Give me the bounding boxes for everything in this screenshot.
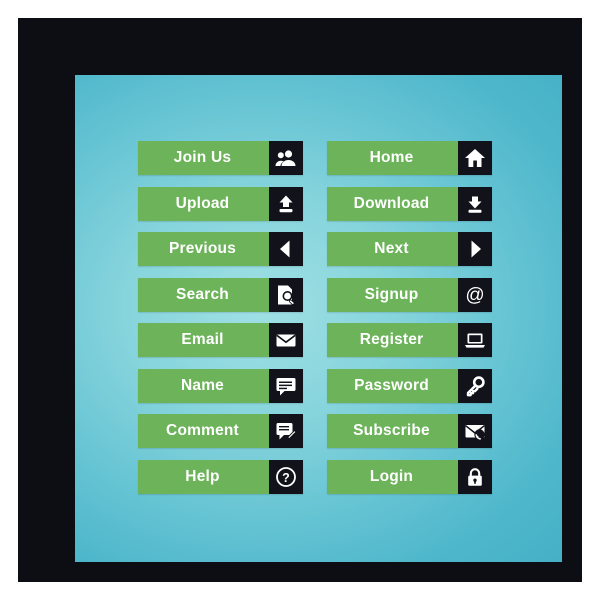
button-download[interactable]: Download	[327, 186, 492, 221]
button-name[interactable]: Name	[138, 368, 303, 403]
button-upload[interactable]: Upload	[138, 186, 303, 221]
arrow-left-icon	[269, 232, 303, 266]
button-next[interactable]: Next	[327, 232, 492, 266]
laptop-icon	[458, 323, 492, 357]
button-subscribe[interactable]: Subscribe	[327, 414, 492, 448]
svg-text:?: ?	[282, 471, 290, 485]
button-label: Subscribe	[327, 414, 458, 448]
button-label: Register	[327, 323, 458, 357]
upload-arrow-icon	[269, 186, 303, 221]
left-button-column: Join Us Upload Previous Search Email Nam…	[138, 141, 303, 501]
button-join-us[interactable]: Join Us	[138, 141, 303, 175]
button-label: Email	[138, 323, 269, 357]
button-register[interactable]: Register	[327, 323, 492, 357]
button-search[interactable]: Search	[138, 277, 303, 312]
download-arrow-icon	[458, 186, 492, 221]
padlock-icon	[458, 459, 492, 494]
button-label: Login	[327, 459, 458, 494]
button-label: Search	[138, 277, 269, 312]
speech-bubble-icon	[269, 368, 303, 403]
button-signup[interactable]: Signup @	[327, 277, 492, 312]
svg-text:@: @	[465, 285, 484, 306]
at-sign-icon: @	[458, 277, 492, 312]
button-label: Download	[327, 186, 458, 221]
button-label: Join Us	[138, 141, 269, 175]
button-password[interactable]: Password	[327, 368, 492, 403]
screenshot-canvas: Join Us Upload Previous Search Email Nam…	[0, 0, 600, 600]
comment-pencil-icon	[269, 414, 303, 448]
house-icon	[458, 141, 492, 175]
right-button-column: Home Download Next Signup @ Register Pas…	[327, 141, 492, 501]
user-group-icon	[269, 141, 303, 175]
button-label: Signup	[327, 277, 458, 312]
button-label: Upload	[138, 186, 269, 221]
button-grid: Join Us Upload Previous Search Email Nam…	[138, 141, 548, 501]
envelope-icon	[269, 323, 303, 357]
button-label: Password	[327, 368, 458, 403]
arrow-right-icon	[458, 232, 492, 266]
key-icon	[458, 368, 492, 403]
button-help[interactable]: Help ?	[138, 459, 303, 494]
button-label: Next	[327, 232, 458, 266]
button-home[interactable]: Home	[327, 141, 492, 175]
teal-panel: Join Us Upload Previous Search Email Nam…	[75, 75, 562, 562]
button-login[interactable]: Login	[327, 459, 492, 494]
magnifier-document-icon	[269, 277, 303, 312]
button-label: Comment	[138, 414, 269, 448]
button-email[interactable]: Email	[138, 323, 303, 357]
question-mark-icon: ?	[269, 459, 303, 494]
button-label: Previous	[138, 232, 269, 266]
button-comment[interactable]: Comment	[138, 414, 303, 448]
envelope-rss-icon	[458, 414, 492, 448]
button-label: Help	[138, 459, 269, 494]
button-previous[interactable]: Previous	[138, 232, 303, 266]
dark-frame: Join Us Upload Previous Search Email Nam…	[18, 18, 582, 582]
button-label: Home	[327, 141, 458, 175]
button-label: Name	[138, 368, 269, 403]
